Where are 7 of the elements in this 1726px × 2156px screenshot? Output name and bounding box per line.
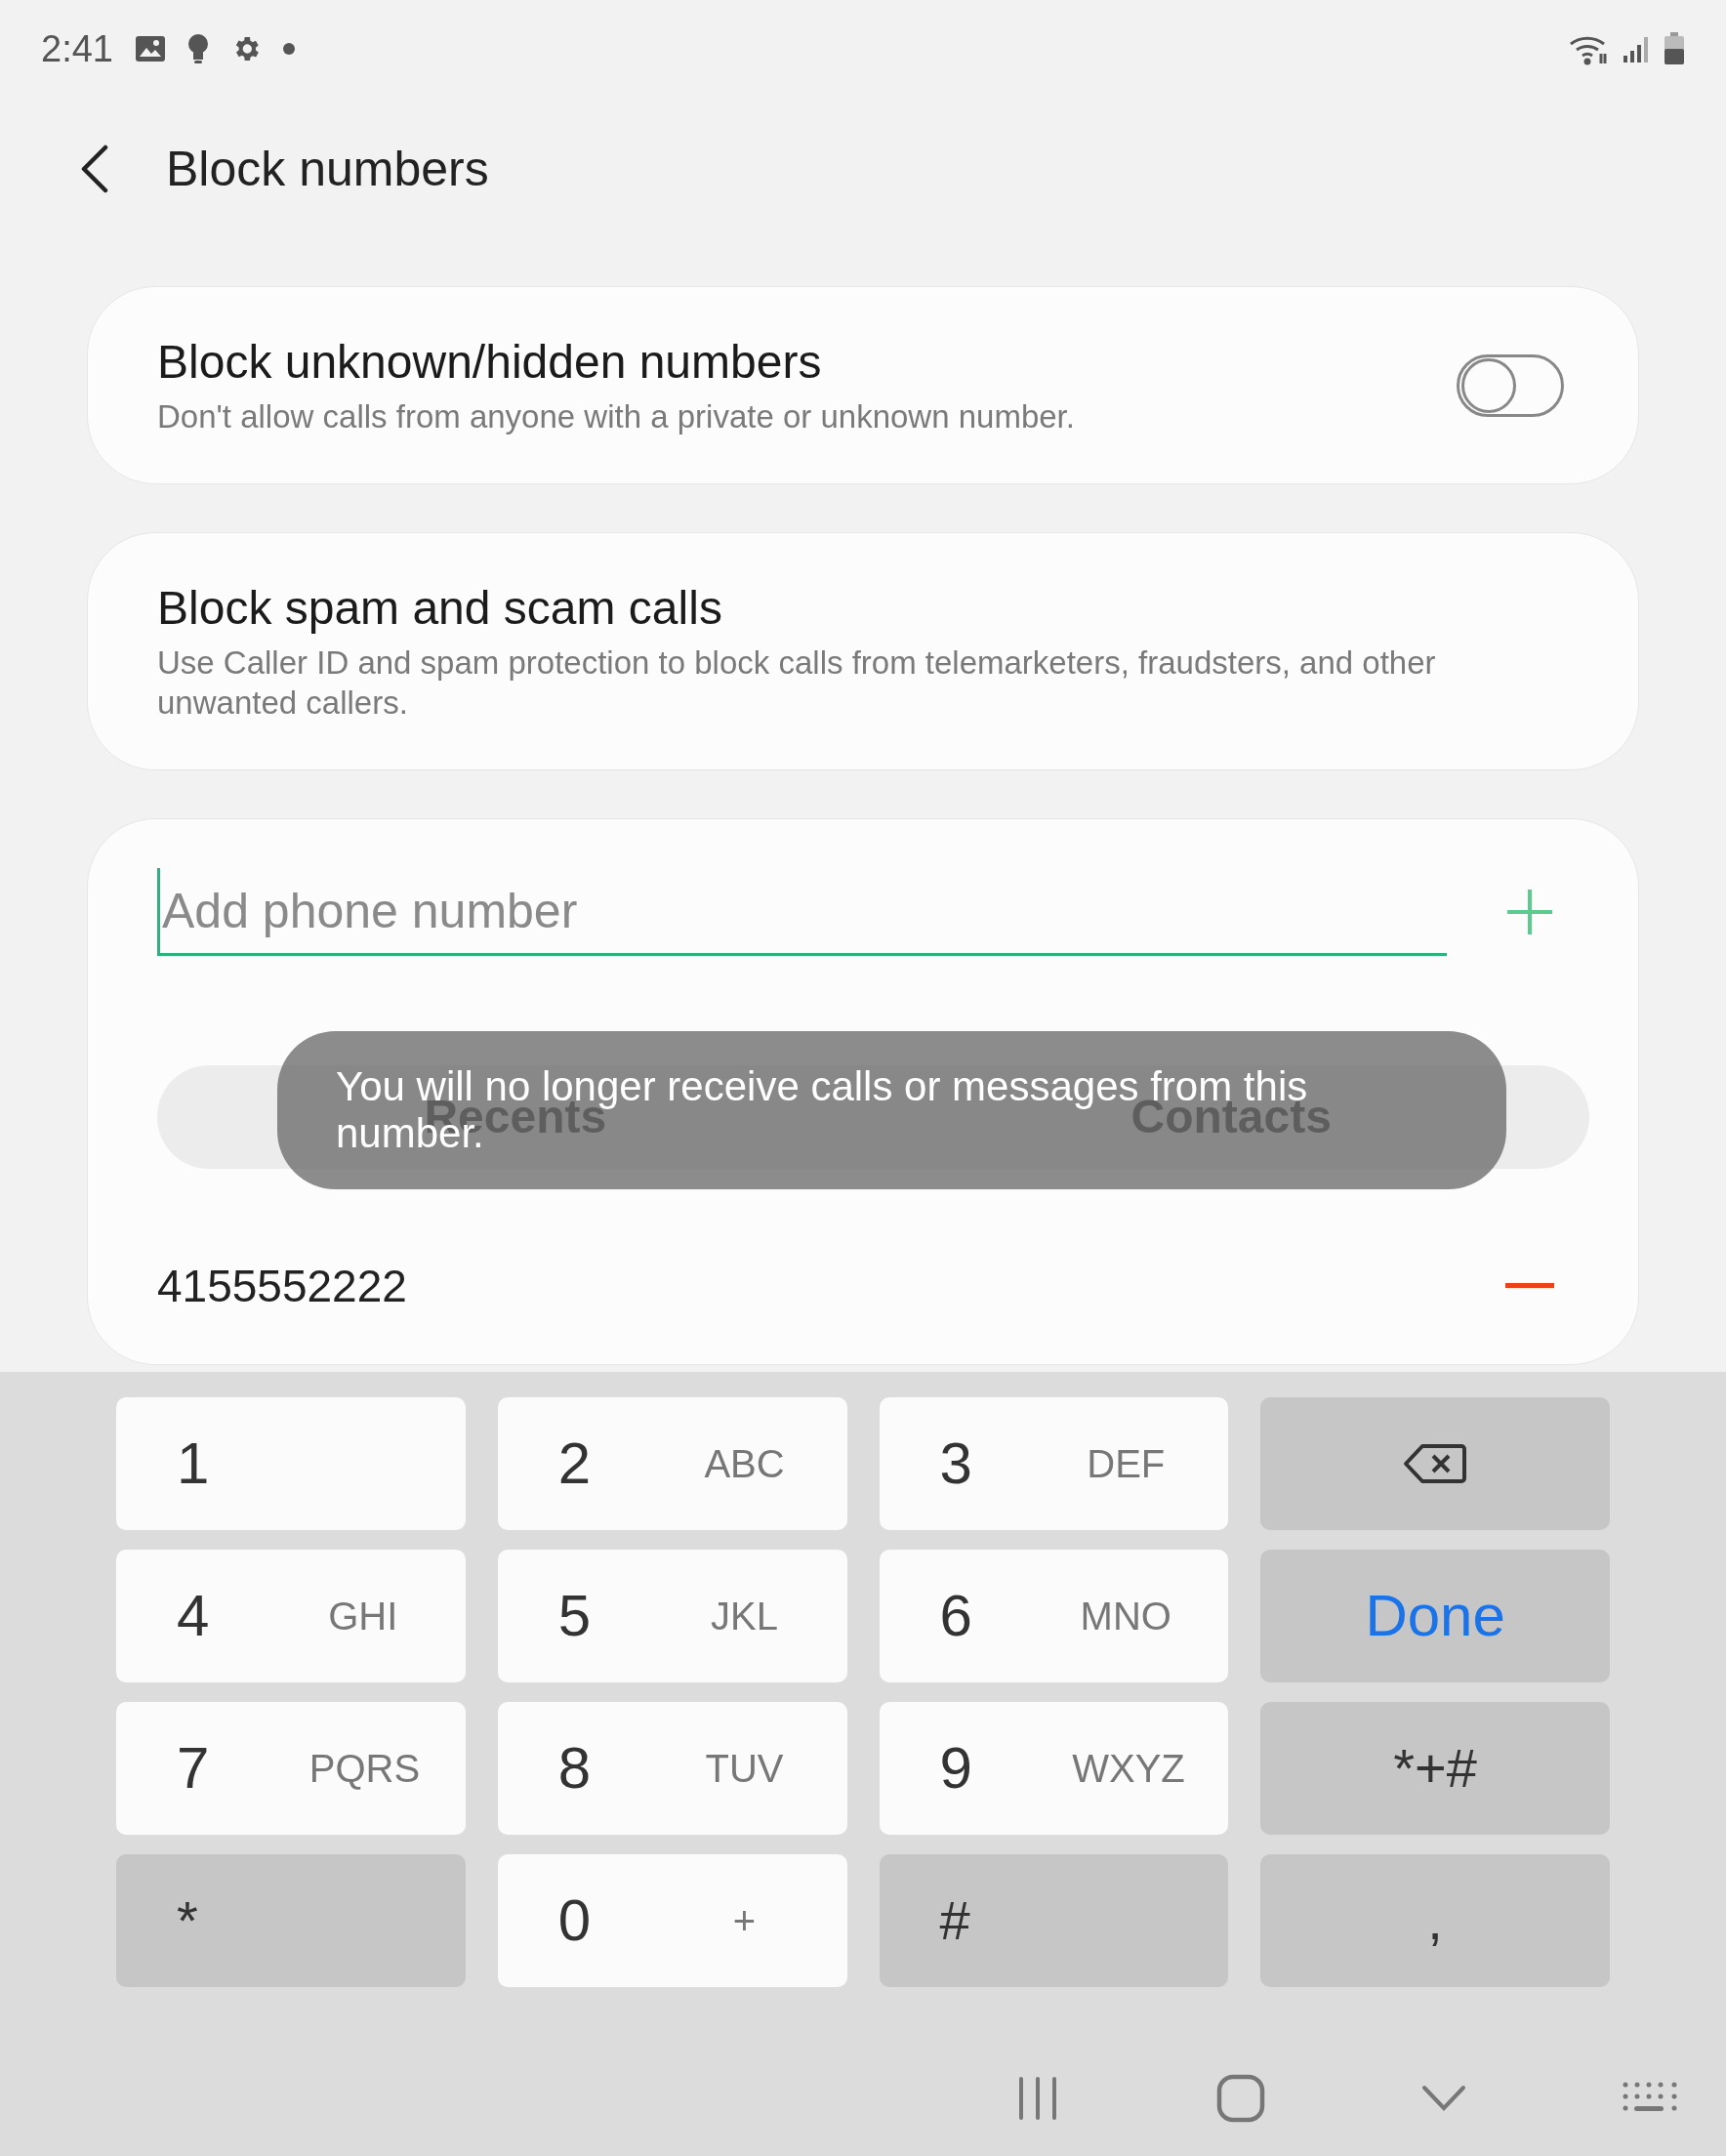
setting-title: Block unknown/hidden numbers xyxy=(157,335,823,390)
status-time: 2:41 xyxy=(41,26,113,71)
setting-description: Don't allow calls from anyone with a private or unknown number. xyxy=(157,397,1076,436)
setting-title: Block spam and scam calls xyxy=(157,581,723,636)
page-title: Block numbers xyxy=(166,140,489,198)
blocked-number: 4155552222 xyxy=(157,1259,407,1313)
setting-description: Use Caller ID and spam protection to block calls from telemarketers, fraudsters, and other unwanted callers. xyxy=(157,643,1437,723)
